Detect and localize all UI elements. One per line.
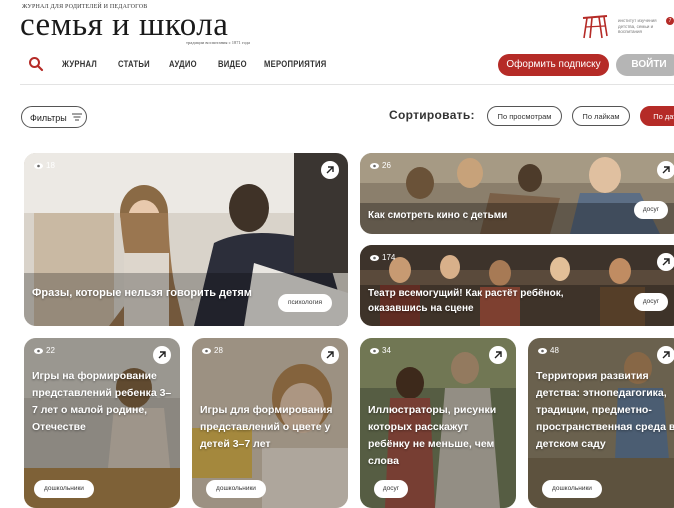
filter-lines-icon: [72, 113, 82, 121]
card-title: Игры на формирование представлений ребен…: [32, 370, 172, 433]
views-counter: 26: [370, 161, 391, 170]
card-title: Как смотреть кино с детьми: [368, 210, 508, 221]
filters-label: Фильтры: [30, 113, 67, 123]
institute-text: институт изучения детства, семьи и воспи…: [618, 18, 657, 34]
eye-icon: [370, 254, 379, 261]
category-tag[interactable]: досуг: [634, 293, 668, 311]
arrow-up-right-icon: [326, 351, 334, 359]
article-card[interactable]: 28 Игры для формирования представлений о…: [192, 338, 348, 508]
views-count: 28: [214, 346, 223, 355]
category-tag[interactable]: досуг: [374, 480, 408, 498]
open-arrow-button[interactable]: [657, 346, 674, 364]
views-counter: 34: [370, 346, 391, 355]
article-card[interactable]: 22 Игры на формирование представлений ре…: [24, 338, 180, 508]
card-title: Театр всемогущий! Как растёт ребёнок, ок…: [368, 288, 564, 314]
arrow-up-right-icon: [662, 351, 670, 359]
open-arrow-button[interactable]: [153, 346, 171, 364]
login-button[interactable]: ВОЙТИ: [616, 54, 674, 76]
eye-icon: [202, 347, 211, 354]
eye-icon: [34, 347, 43, 354]
card-title: Иллюстраторы, рисунки которых расскажут …: [368, 404, 497, 467]
notification-badge: 7: [666, 17, 674, 25]
views-counter: 48: [538, 346, 559, 355]
open-arrow-button[interactable]: [489, 346, 507, 364]
search-icon[interactable]: [28, 56, 44, 72]
eye-icon: [370, 162, 379, 169]
sort-by-likes[interactable]: По лайкам: [572, 106, 630, 126]
arrow-up-right-icon: [158, 351, 166, 359]
arrow-up-right-icon: [662, 166, 670, 174]
institute-logo-icon[interactable]: [580, 12, 610, 40]
open-arrow-button[interactable]: [321, 161, 339, 179]
nav-events[interactable]: МЕРОПРИЯТИЯ: [264, 59, 327, 69]
card-title: Фразы, которые нельзя говорить детям: [32, 287, 252, 299]
eye-icon: [370, 347, 379, 354]
article-card[interactable]: 174 Театр всемогущий! Как растёт ребёнок…: [360, 245, 674, 326]
card-title: Игры для формирования представлений о цв…: [200, 404, 333, 450]
article-card[interactable]: 18 Фразы, которые нельзя говорить детям …: [24, 153, 348, 326]
views-count: 22: [46, 346, 55, 355]
views-count: 26: [382, 161, 391, 170]
open-arrow-button[interactable]: [321, 346, 339, 364]
views-counter: 22: [34, 346, 55, 355]
subscribe-button[interactable]: Оформить подписку: [498, 54, 609, 76]
nav-video[interactable]: ВИДЕО: [218, 59, 247, 69]
category-tag[interactable]: дошкольники: [206, 480, 266, 498]
views-counter: 28: [202, 346, 223, 355]
category-tag[interactable]: досуг: [634, 201, 668, 219]
arrow-up-right-icon: [326, 166, 334, 174]
nav-divider: [20, 84, 674, 85]
arrow-up-right-icon: [662, 258, 670, 266]
views-count: 18: [46, 161, 55, 170]
eye-icon: [34, 162, 43, 169]
nav-articles[interactable]: СТАТЬИ: [118, 59, 150, 69]
category-tag[interactable]: дошкольники: [542, 480, 602, 498]
open-arrow-button[interactable]: [657, 161, 674, 179]
views-count: 34: [382, 346, 391, 355]
views-count: 48: [550, 346, 559, 355]
article-card[interactable]: 34 Иллюстраторы, рисунки которых расскаж…: [360, 338, 516, 508]
open-arrow-button[interactable]: [657, 253, 674, 271]
logo-subtitle: традиции воспитания с 1871 года: [186, 40, 251, 45]
eye-icon: [538, 347, 547, 354]
sort-by-date[interactable]: По дат: [640, 106, 674, 126]
category-tag[interactable]: дошкольники: [34, 480, 94, 498]
nav-audio[interactable]: АУДИО: [169, 59, 197, 69]
sort-label: Сортировать:: [389, 108, 475, 122]
site-logo[interactable]: семья и школа: [20, 5, 228, 45]
category-tag[interactable]: психология: [278, 294, 332, 312]
views-counter: 174: [370, 253, 395, 262]
article-card[interactable]: 26 Как смотреть кино с детьми досуг: [360, 153, 674, 234]
arrow-up-right-icon: [494, 351, 502, 359]
nav-journal[interactable]: ЖУРНАЛ: [62, 59, 97, 69]
sort-by-views[interactable]: По просмотрам: [487, 106, 562, 126]
article-card[interactable]: 48 Территория развития детства: этнопеда…: [528, 338, 674, 508]
views-count: 174: [382, 253, 396, 262]
views-counter: 18: [34, 161, 55, 170]
card-title: Территория развития детства: этнопедагог…: [536, 370, 674, 450]
